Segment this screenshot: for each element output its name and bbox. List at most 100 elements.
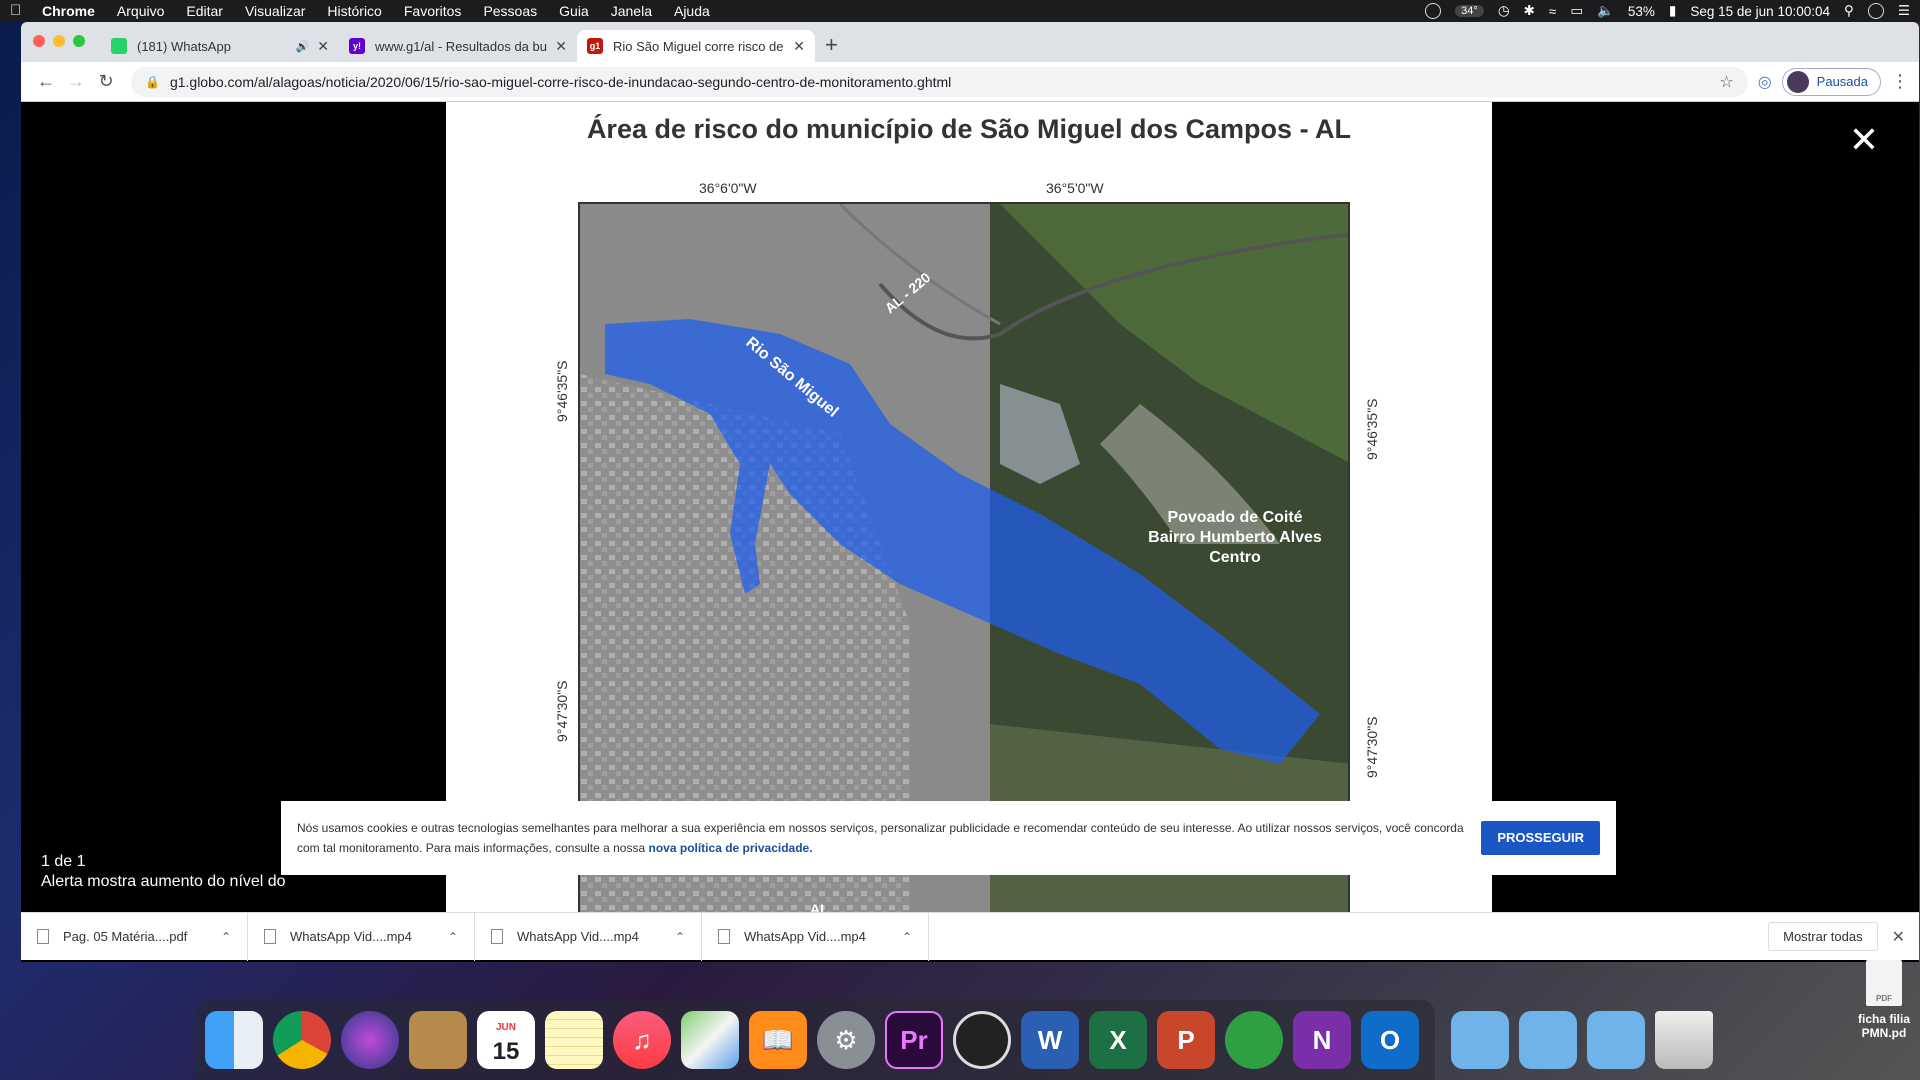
close-lightbox-icon[interactable]: ✕ bbox=[1849, 122, 1879, 158]
menu-historico[interactable]: Histórico bbox=[327, 3, 381, 19]
menu-pessoas[interactable]: Pessoas bbox=[483, 3, 537, 19]
notification-center-icon[interactable]: ☰ bbox=[1898, 3, 1910, 19]
calendar-month: JUN bbox=[495, 1022, 516, 1033]
download-item[interactable]: WhatsApp Vid....mp4 ⌃ bbox=[702, 912, 929, 961]
chevron-up-icon[interactable]: ⌃ bbox=[902, 930, 912, 944]
outlook-icon[interactable]: O bbox=[1361, 1011, 1419, 1069]
minimize-window-button[interactable] bbox=[53, 35, 65, 47]
video-file-icon bbox=[491, 929, 503, 944]
menu-arquivo[interactable]: Arquivo bbox=[117, 3, 164, 19]
battery-icon[interactable]: ▮ bbox=[1669, 3, 1676, 19]
tool-app-icon[interactable] bbox=[1225, 1011, 1283, 1069]
video-file-icon bbox=[718, 929, 730, 944]
tab-close-icon[interactable]: ✕ bbox=[317, 38, 329, 55]
trash-icon[interactable] bbox=[1655, 1011, 1713, 1069]
maps-icon[interactable] bbox=[681, 1011, 739, 1069]
airplay-icon[interactable]: ▭ bbox=[1570, 3, 1583, 19]
siri-icon[interactable] bbox=[1867, 3, 1884, 19]
notes-icon[interactable] bbox=[545, 1011, 603, 1069]
download-item[interactable]: Pag. 05 Matéria....pdf ⌃ bbox=[21, 912, 248, 961]
close-downloads-icon[interactable]: ✕ bbox=[1892, 927, 1905, 947]
finder-icon[interactable] bbox=[205, 1011, 263, 1069]
system-preferences-icon[interactable]: ⚙ bbox=[817, 1011, 875, 1069]
downloads-bar: Pag. 05 Matéria....pdf ⌃ WhatsApp Vid...… bbox=[21, 912, 1919, 961]
menu-favoritos[interactable]: Favoritos bbox=[404, 3, 462, 19]
music-icon[interactable]: ♫ bbox=[613, 1011, 671, 1069]
cookie-text-block: Nós usamos cookies e outras tecnologias … bbox=[297, 818, 1481, 858]
chevron-up-icon[interactable]: ⌃ bbox=[221, 930, 231, 944]
bluetooth-icon[interactable]: ✱ bbox=[1524, 3, 1535, 19]
documents-folder-icon[interactable] bbox=[1519, 1011, 1577, 1069]
profile-label: Pausada bbox=[1816, 74, 1868, 89]
premiere-pro-icon[interactable]: Pr bbox=[885, 1011, 943, 1069]
bookmark-star-icon[interactable]: ☆ bbox=[1719, 72, 1733, 92]
longitude-label-1: 36°6'0"W bbox=[699, 180, 757, 196]
area-label-line2: Bairro Humberto Alves bbox=[1148, 529, 1322, 546]
latitude-label-right-top: 9°46'35"S bbox=[1364, 398, 1380, 460]
download-item[interactable]: WhatsApp Vid....mp4 ⌃ bbox=[475, 912, 702, 961]
prosseguir-button[interactable]: PROSSEGUIR bbox=[1481, 821, 1600, 855]
download-item[interactable]: WhatsApp Vid....mp4 ⌃ bbox=[248, 912, 475, 961]
image-caption: 1 de 1 Alerta mostra aumento do nível do bbox=[41, 852, 286, 892]
tab-title: www.g1/al - Resultados da bus bbox=[375, 38, 548, 54]
tab-g1-article[interactable]: g1 Rio São Miguel corre risco de i ✕ bbox=[577, 30, 815, 62]
forward-icon[interactable]: → bbox=[61, 71, 91, 92]
word-icon[interactable]: W bbox=[1021, 1011, 1079, 1069]
menu-visualizar[interactable]: Visualizar bbox=[245, 3, 305, 19]
volume-icon[interactable]: 🔈 bbox=[1597, 3, 1614, 19]
desktop-file-label: ficha filia PMN.pd bbox=[1857, 1012, 1910, 1040]
menu-guia[interactable]: Guia bbox=[559, 3, 589, 19]
battery-percent[interactable]: 53% bbox=[1628, 4, 1655, 19]
applications-folder-icon[interactable] bbox=[1451, 1011, 1509, 1069]
tab-whatsapp[interactable]: (181) WhatsApp 🔊 ✕ bbox=[101, 30, 339, 62]
desktop-file[interactable]: PDF ficha filia PMN.pd bbox=[1854, 960, 1914, 1040]
tab-close-icon[interactable]: ✕ bbox=[793, 38, 805, 55]
show-all-downloads-button[interactable]: Mostrar todas bbox=[1768, 922, 1878, 951]
chevron-up-icon[interactable]: ⌃ bbox=[675, 930, 685, 944]
chrome-icon[interactable] bbox=[273, 1011, 331, 1069]
menu-kebab-icon[interactable]: ⋮ bbox=[1891, 71, 1909, 92]
url-text[interactable]: g1.globo.com/al/alagoas/noticia/2020/06/… bbox=[170, 74, 951, 90]
books-icon[interactable]: 📖 bbox=[749, 1011, 807, 1069]
new-tab-button[interactable]: + bbox=[825, 32, 838, 58]
yahoo-favicon-icon: y! bbox=[349, 38, 365, 54]
avatar bbox=[1786, 70, 1809, 93]
reload-icon[interactable]: ↻ bbox=[91, 71, 121, 92]
temperature-indicator[interactable]: 34° bbox=[1455, 5, 1484, 17]
powerpoint-icon[interactable]: P bbox=[1157, 1011, 1215, 1069]
back-icon[interactable]: ← bbox=[31, 71, 61, 92]
time-machine-icon[interactable]: ◷ bbox=[1498, 3, 1510, 19]
longitude-label-2: 36°5'0"W bbox=[1046, 180, 1104, 196]
obs-icon[interactable] bbox=[953, 1011, 1011, 1069]
status-icon[interactable] bbox=[1425, 3, 1442, 19]
privacy-policy-link[interactable]: nova política de privacidade. bbox=[649, 841, 813, 855]
lock-icon[interactable]: 🔒 bbox=[145, 75, 160, 89]
speaker-icon[interactable]: 🔊 bbox=[296, 40, 310, 53]
spotlight-search-icon[interactable]: ⚲ bbox=[1844, 3, 1854, 19]
whatsapp-favicon-icon bbox=[111, 38, 127, 54]
apple-icon[interactable]:  bbox=[10, 3, 24, 19]
area-label-line3: Centro bbox=[1209, 549, 1261, 566]
excel-icon[interactable]: X bbox=[1089, 1011, 1147, 1069]
menu-ajuda[interactable]: Ajuda bbox=[674, 3, 710, 19]
wifi-icon[interactable]: ≈ bbox=[1549, 4, 1556, 19]
siri-icon[interactable] bbox=[341, 1011, 399, 1069]
calendar-icon[interactable]: JUN 15 bbox=[477, 1011, 535, 1069]
menu-bar:  Chrome Arquivo Editar Visualizar Histó… bbox=[0, 0, 1920, 22]
close-window-button[interactable] bbox=[33, 35, 45, 47]
clock[interactable]: Seg 15 de jun 10:00:04 bbox=[1690, 4, 1830, 19]
menu-janela[interactable]: Janela bbox=[611, 3, 652, 19]
chevron-up-icon[interactable]: ⌃ bbox=[448, 930, 458, 944]
address-bar[interactable]: 🔒 g1.globo.com/al/alagoas/noticia/2020/0… bbox=[131, 66, 1748, 97]
zoom-window-button[interactable] bbox=[73, 35, 85, 47]
profile-button[interactable]: Pausada bbox=[1781, 67, 1881, 96]
contacts-icon[interactable] bbox=[409, 1011, 467, 1069]
menu-app-name[interactable]: Chrome bbox=[42, 3, 95, 19]
extension-icon[interactable]: ◎ bbox=[1758, 72, 1772, 92]
download-filename: WhatsApp Vid....mp4 bbox=[517, 929, 639, 944]
tab-yahoo-search[interactable]: y! www.g1/al - Resultados da bus ✕ bbox=[339, 30, 577, 62]
tab-close-icon[interactable]: ✕ bbox=[555, 38, 567, 55]
onenote-icon[interactable]: N bbox=[1293, 1011, 1351, 1069]
menu-editar[interactable]: Editar bbox=[186, 3, 223, 19]
downloads-folder-icon[interactable] bbox=[1587, 1011, 1645, 1069]
